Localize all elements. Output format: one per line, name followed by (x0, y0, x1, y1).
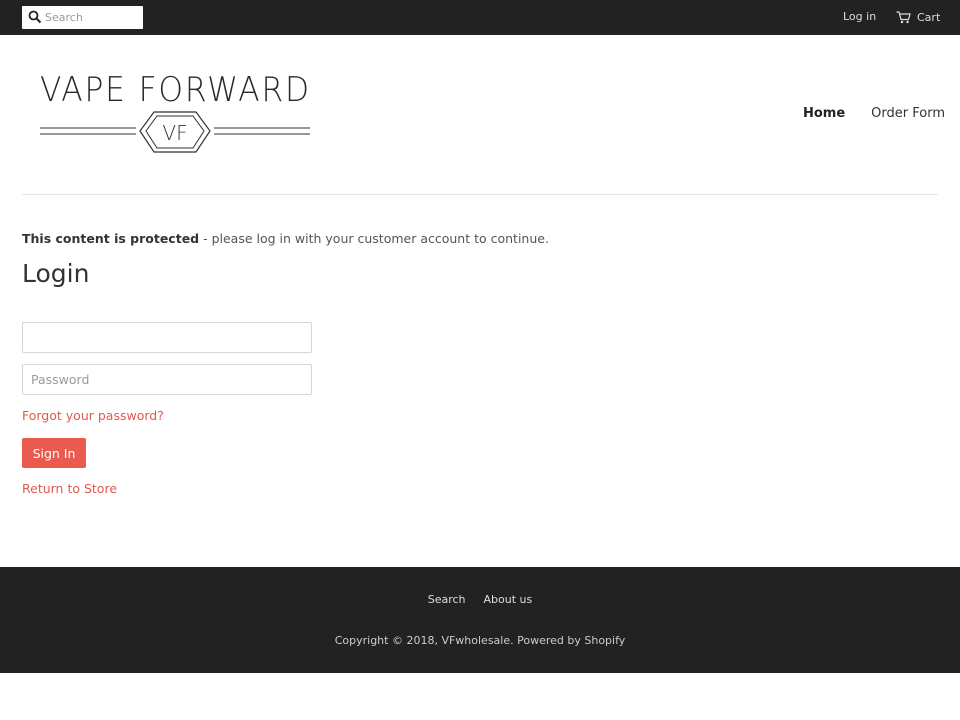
footer-nav: Search About us (0, 593, 960, 606)
password-field-wrapper (22, 364, 312, 395)
email-field-wrapper (22, 322, 312, 353)
copyright-text: Copyright © 2018, VFwholesale. Powered b… (334, 634, 626, 647)
search-input[interactable] (45, 6, 141, 29)
search-icon[interactable] (28, 10, 42, 24)
sign-in-button[interactable]: Sign In (22, 438, 86, 468)
cart-link[interactable]: Cart (896, 9, 940, 25)
search-box[interactable] (22, 6, 143, 29)
header-divider (22, 194, 938, 195)
cart-label: Cart (917, 10, 941, 24)
login-link[interactable]: Log in (843, 10, 876, 23)
notice-strong: This content is protected (22, 231, 200, 246)
protected-notice: This content is protected - please log i… (22, 231, 549, 246)
logo-wordmark: VAPE FORWARD (40, 70, 311, 110)
footer-link-about-us[interactable]: About us (484, 593, 533, 606)
footer: Search About us Copyright © 2018, VFwhol… (0, 567, 960, 673)
top-bar: Log in Cart (0, 0, 960, 35)
forgot-password-link[interactable]: Forgot your password? (22, 408, 164, 423)
email-field[interactable] (23, 323, 311, 352)
main-nav: Home Order Form (803, 106, 945, 121)
cart-icon (896, 10, 911, 23)
notice-rest: - please log in with your customer accou… (199, 231, 549, 246)
nav-order-form[interactable]: Order Form (871, 106, 945, 121)
logo-emblem-text: VF (162, 121, 187, 145)
footer-link-search[interactable]: Search (428, 593, 466, 606)
return-to-store-link[interactable]: Return to Store (22, 481, 117, 496)
password-field[interactable] (23, 365, 311, 394)
page-title: Login (22, 259, 90, 288)
store-logo[interactable]: VAPE FORWARD VF (36, 70, 314, 160)
nav-home[interactable]: Home (803, 106, 845, 121)
logo-emblem: VF (40, 111, 310, 153)
